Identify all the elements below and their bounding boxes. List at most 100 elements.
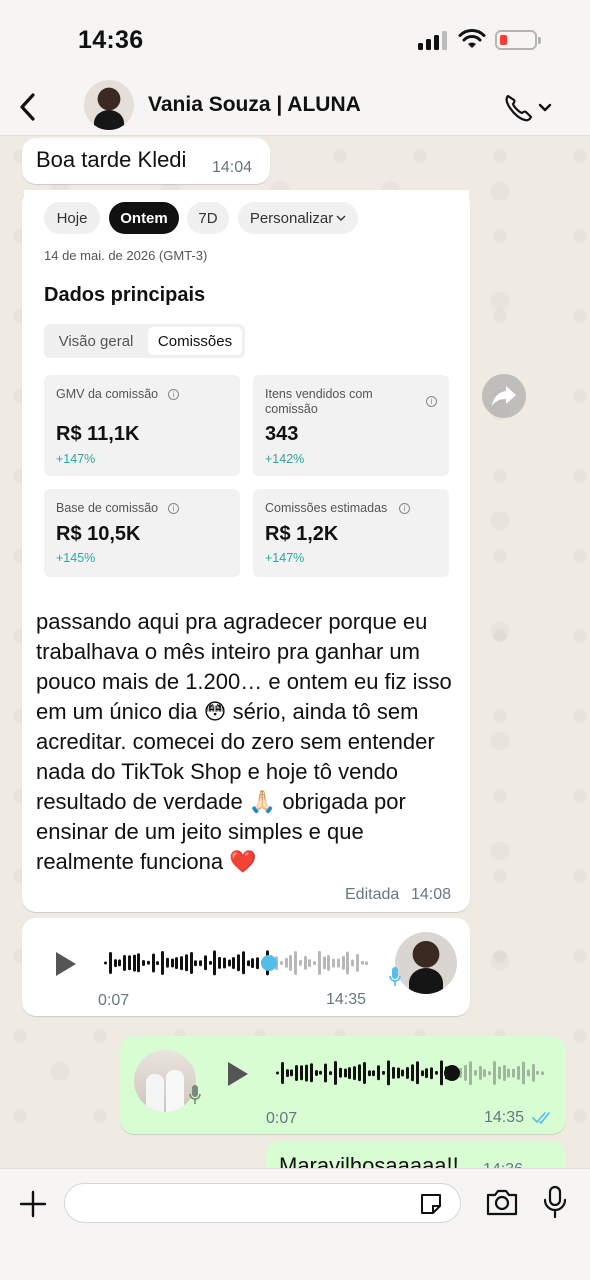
metric-label: Base de comissão bbox=[56, 501, 159, 515]
info-icon: i bbox=[168, 503, 179, 514]
waveform-bar bbox=[353, 1066, 357, 1080]
waveform-bar bbox=[304, 1064, 308, 1082]
waveform-bar bbox=[156, 961, 160, 965]
waveform-bar bbox=[194, 960, 198, 966]
play-icon[interactable] bbox=[56, 952, 76, 976]
waveform-bar bbox=[473, 1069, 477, 1077]
message-time: 14:35 bbox=[326, 991, 367, 1008]
message-text: Boa tarde Kledi bbox=[36, 147, 187, 172]
waveform-bar bbox=[199, 960, 202, 966]
metric-change: +147% bbox=[56, 452, 96, 466]
waveform-bar bbox=[280, 1062, 284, 1084]
waveform-bar bbox=[151, 953, 155, 973]
cellular-signal-icon bbox=[418, 30, 448, 50]
metric-value: 343 bbox=[265, 423, 299, 445]
waveform-bar bbox=[227, 959, 231, 967]
sender-avatar bbox=[395, 932, 457, 994]
section-title: Dados principais bbox=[44, 284, 206, 306]
metric-value: R$ 1,2K bbox=[265, 523, 339, 545]
metric-label: GMV da comissão bbox=[56, 387, 159, 401]
status-bar: 14:36 bbox=[0, 0, 590, 78]
waveform-bar bbox=[341, 955, 345, 971]
waveform-bar bbox=[118, 959, 122, 967]
forward-icon[interactable] bbox=[482, 374, 526, 418]
waveform-bar bbox=[289, 954, 293, 972]
waveform-bar bbox=[108, 952, 112, 974]
waveform-bar bbox=[468, 1061, 472, 1085]
waveform-bar bbox=[351, 959, 354, 967]
contact-name[interactable]: Vania Souza | ALUNA bbox=[148, 93, 361, 117]
wifi-icon bbox=[458, 29, 486, 48]
chevron-down-icon bbox=[336, 215, 346, 221]
waveform-bar bbox=[365, 961, 369, 965]
waveform-bar bbox=[324, 1063, 328, 1083]
report-date: 14 de mai. de 2026 (GMT-3) bbox=[44, 248, 208, 263]
status-time: 14:36 bbox=[78, 26, 144, 54]
sticker-icon[interactable] bbox=[418, 1191, 444, 1217]
my-avatar bbox=[134, 1050, 196, 1112]
play-icon[interactable] bbox=[228, 1062, 248, 1086]
waveform-bar bbox=[367, 1070, 371, 1076]
tiktok-dashboard-screenshot[interactable]: Hoje Ontem 7D Personalizar 14 de mai. de… bbox=[24, 190, 469, 600]
microphone-icon bbox=[389, 967, 401, 986]
playback-position-dot[interactable] bbox=[260, 955, 277, 971]
segment-visao-geral: Visão geral bbox=[58, 332, 134, 350]
waveform-bar bbox=[329, 1071, 333, 1075]
waveform-bar bbox=[104, 961, 107, 965]
waveform-bar bbox=[517, 1065, 521, 1081]
tab-ontem: Ontem bbox=[109, 202, 179, 234]
waveform-bar bbox=[372, 1070, 376, 1076]
plus-icon[interactable] bbox=[18, 1189, 48, 1219]
waveform-bar bbox=[464, 1064, 468, 1082]
metric-value: R$ 10,5K bbox=[56, 523, 141, 545]
waveform-bar bbox=[541, 1071, 545, 1075]
waveform-bar bbox=[241, 951, 245, 975]
metric-card: Comissões estimadas i R$ 1,2K +147% bbox=[253, 489, 449, 577]
waveform-bar bbox=[507, 1068, 511, 1078]
waveform-bar bbox=[246, 960, 250, 966]
waveform-bar bbox=[483, 1069, 487, 1077]
contact-avatar[interactable] bbox=[84, 80, 134, 130]
back-chevron-icon[interactable] bbox=[14, 90, 44, 124]
audio-waveform[interactable] bbox=[276, 1058, 546, 1088]
waveform-bar bbox=[536, 1070, 540, 1076]
waveform-bar bbox=[459, 1067, 463, 1079]
metric-change: +142% bbox=[265, 452, 305, 466]
waveform-bar bbox=[531, 1063, 535, 1083]
waveform-bar bbox=[142, 959, 145, 967]
waveform-bar bbox=[386, 1060, 390, 1086]
waveform-bar bbox=[526, 1069, 530, 1077]
waveform-bar bbox=[232, 957, 236, 969]
waveform-bar bbox=[203, 955, 207, 971]
audio-waveform[interactable] bbox=[104, 948, 370, 978]
waveform-bar bbox=[488, 1071, 492, 1075]
metric-card: Base de comissão i R$ 10,5K +145% bbox=[44, 489, 240, 577]
tab-personalizar: Personalizar bbox=[238, 202, 358, 234]
waveform-bar bbox=[146, 960, 150, 966]
metric-card: Itens vendidos com comissão i 343 +142% bbox=[253, 375, 449, 476]
waveform-bar bbox=[303, 955, 307, 971]
waveform-bar bbox=[512, 1068, 516, 1078]
waveform-bar bbox=[357, 1064, 361, 1082]
audio-message-outgoing[interactable]: 0:07 14:35 bbox=[120, 1036, 566, 1134]
message-input[interactable] bbox=[64, 1183, 461, 1223]
phone-icon[interactable] bbox=[502, 90, 554, 124]
waveform-bar bbox=[189, 951, 193, 975]
audio-duration: 0:07 bbox=[98, 992, 130, 1009]
waveform-bar bbox=[285, 1069, 289, 1077]
waveform-bar bbox=[298, 959, 302, 967]
info-icon: i bbox=[426, 396, 437, 407]
waveform-bar bbox=[170, 958, 174, 968]
playback-position-dot[interactable] bbox=[443, 1065, 460, 1081]
waveform-bar bbox=[502, 1064, 506, 1082]
waveform-bar bbox=[127, 955, 131, 971]
microphone-icon[interactable] bbox=[542, 1185, 568, 1219]
waveform-bar bbox=[343, 1068, 347, 1078]
message-time: 14:04 bbox=[212, 159, 253, 176]
waveform-bar bbox=[113, 959, 117, 967]
audio-message-incoming[interactable]: 0:07 14:35 bbox=[22, 918, 470, 1016]
waveform-bar bbox=[401, 1069, 405, 1077]
waveform-bar bbox=[497, 1066, 501, 1080]
camera-icon[interactable] bbox=[485, 1187, 519, 1217]
message-bubble-greeting[interactable]: Boa tarde Kledi 14:04 bbox=[22, 138, 270, 184]
